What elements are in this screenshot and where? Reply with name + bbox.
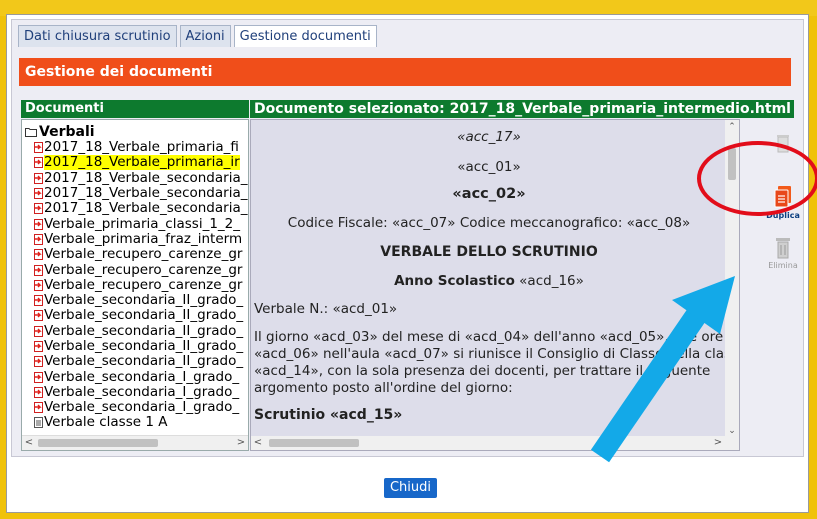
document-file-icon: [34, 142, 43, 154]
tree-item[interactable]: Verbale_primaria_fraz_interm: [34, 232, 248, 247]
tree-item[interactable]: 2017_18_Verbale_secondaria_: [34, 186, 248, 201]
document-file-icon: [34, 356, 43, 368]
scroll-up-icon[interactable]: ⌃: [725, 122, 739, 132]
elimina-label: Elimina: [768, 261, 798, 270]
tree-item-label: Verbale_secondaria_I_grado_: [44, 369, 240, 385]
tree-item-label: Verbale_primaria_fraz_interm: [44, 231, 243, 247]
preview-scroll-left-icon[interactable]: <: [251, 436, 265, 450]
tree-item-label: 2017_18_Verbale_secondaria_: [44, 185, 248, 202]
tree-item-label: Verbale_secondaria_II_grado_: [44, 338, 244, 354]
tree-item-label: 2017_18_Verbale_primaria_fi: [44, 140, 239, 156]
tree-item[interactable]: Verbale_recupero_carenze_gr: [34, 247, 248, 262]
tab-gestione-documenti[interactable]: Gestione documenti: [233, 25, 377, 47]
document-file-icon: [34, 325, 43, 337]
document-file-icon: [34, 310, 43, 322]
doc-verbale-title: VERBALE DELLO SCRUTINIO: [380, 244, 598, 260]
tree-item-label: 2017_18_Verbale_secondaria_: [44, 201, 248, 217]
document-file-icon: [34, 402, 43, 414]
tree-item[interactable]: Verbale_secondaria_II_grado_: [34, 293, 248, 308]
tree-item[interactable]: Verbale_recupero_carenze_gr: [34, 262, 248, 277]
tree-item-label: Verbale_recupero_carenze_gr: [44, 277, 243, 293]
tree-item[interactable]: 2017_18_Verbale_primaria_fi: [34, 140, 248, 155]
document-file-icon: [34, 203, 43, 215]
tree-item-label: Verbale_secondaria_II_grado_: [44, 308, 244, 324]
tree-item[interactable]: Verbale_secondaria_I_grado_: [34, 385, 248, 400]
tree-item-label: 2017_18_Verbale_secondaria_: [44, 170, 248, 186]
tab-azioni[interactable]: Azioni: [179, 25, 231, 47]
tree-item[interactable]: 2017_18_Verbale_secondaria_: [34, 201, 248, 216]
doc-acc02: «acc_02»: [452, 186, 526, 202]
doc-acc01: «acc_01»: [457, 159, 521, 175]
doc-anno-label: Anno Scolastico: [394, 273, 515, 289]
selected-document-header: Documento selezionato: 2017_18_Verbale_p…: [250, 100, 794, 118]
tree-item-label: Verbale_secondaria_II_grado_: [44, 354, 244, 370]
tree-item[interactable]: Verbale_recupero_carenze_gr: [34, 278, 248, 293]
document-file-icon: [34, 295, 43, 307]
elimina-button[interactable]: Elimina: [763, 237, 803, 270]
section-title: Gestione dei documenti: [19, 58, 791, 86]
trash-icon: [776, 238, 790, 259]
tree-item[interactable]: Verbale_secondaria_I_grado_: [34, 400, 248, 415]
document-tree[interactable]: Verbali 2017_18_Verbale_primaria_fi 2017_…: [21, 119, 249, 451]
doc-codice: Codice Fiscale: «acc_07» Codice meccanog…: [287, 215, 691, 231]
document-file-icon: [34, 341, 43, 352]
tree-item[interactable]: Verbale_secondaria_II_grado_: [34, 308, 248, 323]
close-button[interactable]: Chiudi: [384, 478, 437, 498]
document-file-icon: [34, 371, 43, 383]
tree-item-list: 2017_18_Verbale_primaria_fi 2017_18_Verba…: [34, 140, 248, 431]
document-file-icon: [34, 218, 43, 230]
document-file-icon: [34, 264, 43, 276]
folder-icon: [25, 128, 37, 137]
document-file-icon: [34, 172, 43, 184]
tree-item-label: Verbale_primaria_classi_1_2_: [44, 216, 241, 232]
document-file-icon: [34, 279, 43, 291]
tree-horizontal-scrollbar[interactable]: < >: [22, 435, 248, 450]
tree-item[interactable]: Verbale_secondaria_II_grado_: [34, 354, 248, 369]
tab-dati-chiusura[interactable]: Dati chiusura scrutinio: [18, 25, 177, 47]
tree-item-label: 2017_18_Verbale_primaria_ir: [44, 155, 240, 171]
tree-item[interactable]: Verbale_secondaria_II_grado_: [34, 324, 248, 339]
tree-item[interactable]: Verbale_secondaria_I_grado_: [34, 369, 248, 384]
doc-acc17: «acc_17»: [457, 129, 521, 145]
tree-item[interactable]: Verbale classe 1 A: [34, 415, 248, 430]
tree-item[interactable]: Verbale_secondaria_II_grado_: [34, 339, 248, 354]
annotation-blue-arrow: [590, 276, 735, 463]
tree-item-label: Verbale_secondaria_II_grado_: [44, 292, 244, 309]
document-file-icon: [34, 157, 43, 169]
annotation-red-circle: [697, 141, 817, 216]
tree-item-label: Verbale_recupero_carenze_gr: [44, 262, 243, 278]
document-file-icon: [34, 233, 43, 245]
scroll-left-icon[interactable]: <: [22, 436, 36, 450]
scroll-right-icon[interactable]: >: [234, 436, 248, 450]
document-file-icon: [34, 386, 43, 398]
tree-root-label: Verbali: [39, 124, 95, 140]
documents-header: Documenti: [21, 100, 249, 118]
tree-item-label: Verbale_secondaria_I_grado_: [44, 384, 240, 400]
document-file-icon: [34, 188, 43, 200]
preview-hscroll-thumb[interactable]: [269, 439, 359, 447]
tree-item[interactable]: 2017_18_Verbale_secondaria_: [34, 171, 248, 186]
document-file-icon: [34, 249, 43, 261]
tree-item-label: Verbale_recupero_carenze_gr: [44, 247, 243, 263]
tree-item-label: Verbale_secondaria_I_grado_: [44, 400, 240, 416]
tree-item-label: Verbale classe 1 A: [44, 415, 168, 431]
tab-bar: Dati chiusura scrutinio Azioni Gestione …: [18, 25, 377, 47]
document-icon: [34, 417, 43, 429]
tree-root-folder[interactable]: Verbali: [25, 124, 95, 140]
tree-item[interactable]: Verbale_primaria_classi_1_2_: [34, 216, 248, 231]
tree-scroll-thumb[interactable]: [38, 439, 158, 447]
tree-item[interactable]: 2017_18_Verbale_primaria_ir: [34, 155, 248, 171]
tree-item-label: Verbale_secondaria_II_grado_: [44, 323, 244, 339]
